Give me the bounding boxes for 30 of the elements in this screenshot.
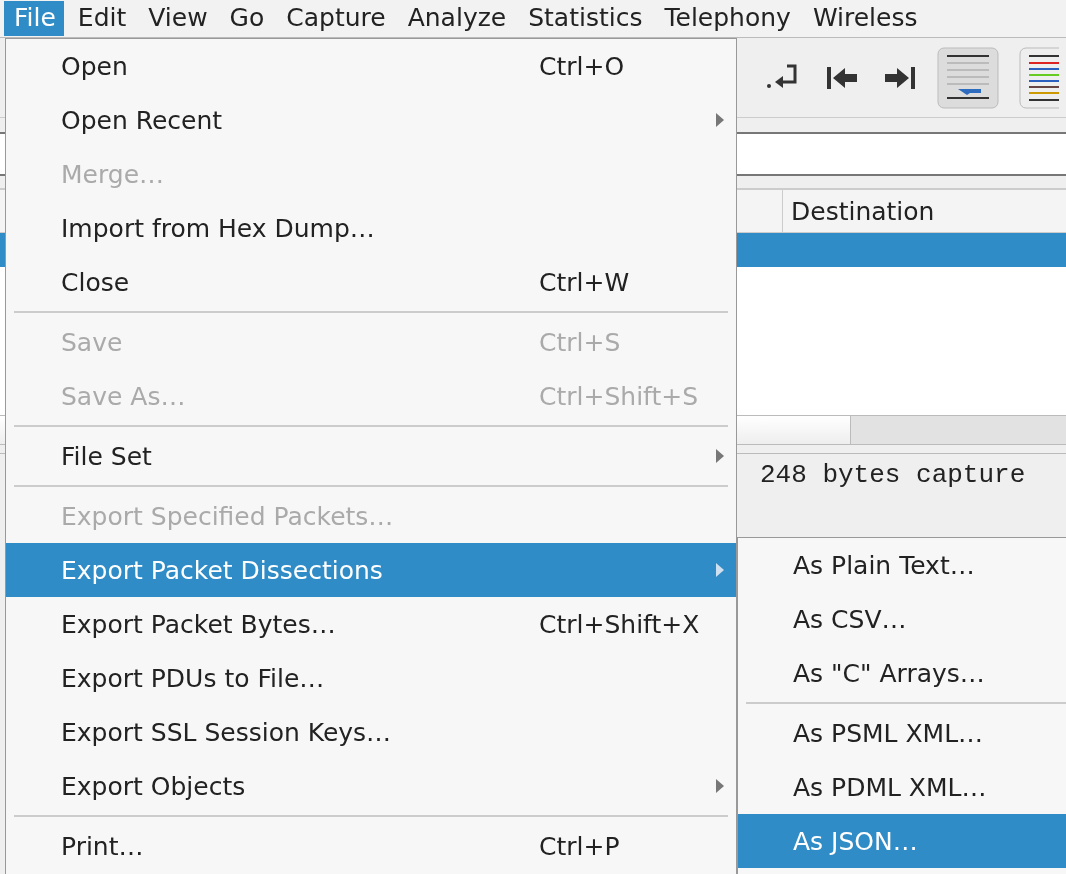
menu-bar-item[interactable]: Wireless	[802, 1, 926, 36]
menu-bar-item[interactable]: Edit	[67, 1, 135, 36]
menu-item[interactable]: As "C" Arrays…	[738, 646, 1066, 700]
menu-bar-item[interactable]: Telephony	[654, 1, 799, 36]
menu-item[interactable]: Close Ctrl+W	[6, 255, 736, 309]
menu-bar-item[interactable]: Statistics	[518, 1, 651, 36]
menu-item[interactable]: As JSON…	[738, 814, 1066, 868]
menu-item[interactable]: As Plain Text…	[738, 538, 1066, 592]
menu-item[interactable]: Export Packet Bytes… Ctrl+Shift+X	[6, 597, 736, 651]
menu-bar-item[interactable]: File	[4, 1, 64, 36]
menu-bar-item[interactable]: Go	[219, 1, 273, 36]
autoscroll-icon[interactable]	[937, 46, 999, 109]
menu-item[interactable]: File Set	[6, 429, 736, 483]
menu-item[interactable]: Import from Hex Dump…	[6, 201, 736, 255]
menu-bar-item[interactable]: Analyze	[397, 1, 515, 36]
menu-bar-item[interactable]: Capture	[276, 1, 394, 36]
menu-item[interactable]: Open Recent	[6, 93, 736, 147]
colorize-icon[interactable]	[1019, 46, 1059, 109]
menu-item[interactable]: Print… Ctrl+P	[6, 819, 736, 873]
menu-item[interactable]: Export Packet Dissections	[6, 543, 736, 597]
menu-item[interactable]: Export SSL Session Keys…	[6, 705, 736, 759]
menu-item[interactable]: Export Objects	[6, 759, 736, 813]
menu-item[interactable]: As PDML XML…	[738, 760, 1066, 814]
column-header[interactable]: Destination	[783, 196, 935, 226]
bytes-text: 248 bytes capture	[760, 460, 1026, 490]
menu-item[interactable]: Open Ctrl+O	[6, 39, 736, 93]
menu-item[interactable]: As PSML XML…	[738, 706, 1066, 760]
menu-bar-item[interactable]: View	[138, 1, 216, 36]
menu-item[interactable]: As CSV…	[738, 592, 1066, 646]
menu-item[interactable]: Export PDUs to File…	[6, 651, 736, 705]
